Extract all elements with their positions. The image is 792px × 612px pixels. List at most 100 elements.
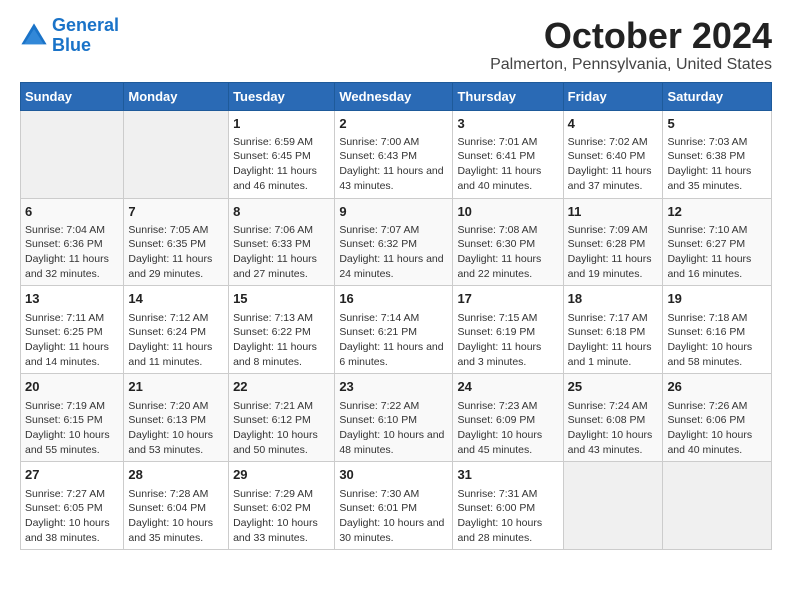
- calendar-day: 15 Sunrise: 7:13 AM Sunset: 6:22 PM Dayli…: [229, 286, 335, 374]
- calendar-day: 5Sunrise: 7:03 AM Sunset: 6:38 PM Daylig…: [663, 110, 772, 198]
- calendar-week-4: 27 Sunrise: 7:27 AM Sunset: 6:05 PM Dayli…: [21, 462, 772, 550]
- calendar-body: 1 Sunrise: 6:59 AM Sunset: 6:45 PM Daylig…: [21, 110, 772, 550]
- day-number: 27: [25, 466, 119, 484]
- calendar-day: 13 Sunrise: 7:11 AM Sunset: 6:25 PM Dayli…: [21, 286, 124, 374]
- day-info: Sunrise: 6:59 AM Sunset: 6:45 PM Dayligh…: [233, 135, 330, 194]
- day-number: 4: [568, 115, 659, 133]
- calendar-header: SundayMondayTuesdayWednesdayThursdayFrid…: [21, 82, 772, 110]
- calendar-day: 28 Sunrise: 7:28 AM Sunset: 6:04 PM Dayli…: [124, 462, 229, 550]
- day-number: 3: [457, 115, 558, 133]
- day-info: Sunrise: 7:30 AM Sunset: 6:01 PM Dayligh…: [339, 487, 448, 546]
- calendar-day: 2 Sunrise: 7:00 AM Sunset: 6:43 PM Daylig…: [335, 110, 453, 198]
- day-number: 12: [667, 203, 767, 221]
- header-cell-sunday: Sunday: [21, 82, 124, 110]
- calendar-day: 23 Sunrise: 7:22 AM Sunset: 6:10 PM Dayli…: [335, 374, 453, 462]
- calendar-day: 9Sunrise: 7:07 AM Sunset: 6:32 PM Daylig…: [335, 198, 453, 286]
- day-info: Sunrise: 7:15 AM Sunset: 6:19 PM Dayligh…: [457, 311, 558, 370]
- day-number: 22: [233, 378, 330, 396]
- calendar-day: 7 Sunrise: 7:05 AM Sunset: 6:35 PM Daylig…: [124, 198, 229, 286]
- day-info: Sunrise: 7:02 AM Sunset: 6:40 PM Dayligh…: [568, 135, 659, 194]
- title-area: October 2024 Palmerton, Pennsylvania, Un…: [490, 16, 772, 74]
- day-info: Sunrise: 7:17 AM Sunset: 6:18 PM Dayligh…: [568, 311, 659, 370]
- calendar-day: 8Sunrise: 7:06 AM Sunset: 6:33 PM Daylig…: [229, 198, 335, 286]
- day-number: 20: [25, 378, 119, 396]
- month-title: October 2024: [490, 16, 772, 56]
- day-info: Sunrise: 7:20 AM Sunset: 6:13 PM Dayligh…: [128, 399, 224, 458]
- calendar-week-3: 20 Sunrise: 7:19 AM Sunset: 6:15 PM Dayli…: [21, 374, 772, 462]
- day-info: Sunrise: 7:00 AM Sunset: 6:43 PM Dayligh…: [339, 135, 448, 194]
- calendar-day: 17Sunrise: 7:15 AM Sunset: 6:19 PM Dayli…: [453, 286, 563, 374]
- calendar-day: 24Sunrise: 7:23 AM Sunset: 6:09 PM Dayli…: [453, 374, 563, 462]
- calendar-week-1: 6 Sunrise: 7:04 AM Sunset: 6:36 PM Daylig…: [21, 198, 772, 286]
- calendar-day: 22 Sunrise: 7:21 AM Sunset: 6:12 PM Dayli…: [229, 374, 335, 462]
- location: Palmerton, Pennsylvania, United States: [490, 56, 772, 74]
- calendar-day: 18Sunrise: 7:17 AM Sunset: 6:18 PM Dayli…: [563, 286, 663, 374]
- day-number: 23: [339, 378, 448, 396]
- day-info: Sunrise: 7:14 AM Sunset: 6:21 PM Dayligh…: [339, 311, 448, 370]
- calendar-day: [124, 110, 229, 198]
- day-number: 31: [457, 466, 558, 484]
- calendar-day: [563, 462, 663, 550]
- calendar-day: 16 Sunrise: 7:14 AM Sunset: 6:21 PM Dayli…: [335, 286, 453, 374]
- day-number: 13: [25, 290, 119, 308]
- day-info: Sunrise: 7:08 AM Sunset: 6:30 PM Dayligh…: [457, 223, 558, 282]
- calendar-day: 6 Sunrise: 7:04 AM Sunset: 6:36 PM Daylig…: [21, 198, 124, 286]
- calendar-week-2: 13 Sunrise: 7:11 AM Sunset: 6:25 PM Dayli…: [21, 286, 772, 374]
- day-number: 15: [233, 290, 330, 308]
- day-info: Sunrise: 7:24 AM Sunset: 6:08 PM Dayligh…: [568, 399, 659, 458]
- day-info: Sunrise: 7:12 AM Sunset: 6:24 PM Dayligh…: [128, 311, 224, 370]
- day-number: 26: [667, 378, 767, 396]
- header-cell-monday: Monday: [124, 82, 229, 110]
- day-info: Sunrise: 7:04 AM Sunset: 6:36 PM Dayligh…: [25, 223, 119, 282]
- calendar-day: 1 Sunrise: 6:59 AM Sunset: 6:45 PM Daylig…: [229, 110, 335, 198]
- day-info: Sunrise: 7:13 AM Sunset: 6:22 PM Dayligh…: [233, 311, 330, 370]
- calendar-day: 4 Sunrise: 7:02 AM Sunset: 6:40 PM Daylig…: [563, 110, 663, 198]
- header-cell-friday: Friday: [563, 82, 663, 110]
- day-info: Sunrise: 7:31 AM Sunset: 6:00 PM Dayligh…: [457, 487, 558, 546]
- calendar-day: 26 Sunrise: 7:26 AM Sunset: 6:06 PM Dayli…: [663, 374, 772, 462]
- calendar-day: 3 Sunrise: 7:01 AM Sunset: 6:41 PM Daylig…: [453, 110, 563, 198]
- day-info: Sunrise: 7:28 AM Sunset: 6:04 PM Dayligh…: [128, 487, 224, 546]
- calendar-day: 27 Sunrise: 7:27 AM Sunset: 6:05 PM Dayli…: [21, 462, 124, 550]
- calendar-day: [663, 462, 772, 550]
- day-number: 9: [339, 203, 448, 221]
- day-info: Sunrise: 7:05 AM Sunset: 6:35 PM Dayligh…: [128, 223, 224, 282]
- day-number: 7: [128, 203, 224, 221]
- day-info: Sunrise: 7:26 AM Sunset: 6:06 PM Dayligh…: [667, 399, 767, 458]
- day-info: Sunrise: 7:11 AM Sunset: 6:25 PM Dayligh…: [25, 311, 119, 370]
- day-number: 16: [339, 290, 448, 308]
- day-number: 2: [339, 115, 448, 133]
- day-number: 28: [128, 466, 224, 484]
- day-info: Sunrise: 7:09 AM Sunset: 6:28 PM Dayligh…: [568, 223, 659, 282]
- calendar-day: [21, 110, 124, 198]
- logo-icon: [20, 22, 48, 50]
- day-number: 29: [233, 466, 330, 484]
- day-number: 1: [233, 115, 330, 133]
- day-number: 25: [568, 378, 659, 396]
- logo: General Blue: [20, 16, 119, 56]
- calendar-day: 12Sunrise: 7:10 AM Sunset: 6:27 PM Dayli…: [663, 198, 772, 286]
- calendar-day: 19Sunrise: 7:18 AM Sunset: 6:16 PM Dayli…: [663, 286, 772, 374]
- day-info: Sunrise: 7:22 AM Sunset: 6:10 PM Dayligh…: [339, 399, 448, 458]
- calendar-day: 29 Sunrise: 7:29 AM Sunset: 6:02 PM Dayli…: [229, 462, 335, 550]
- page-header: General Blue October 2024 Palmerton, Pen…: [20, 16, 772, 74]
- day-info: Sunrise: 7:29 AM Sunset: 6:02 PM Dayligh…: [233, 487, 330, 546]
- day-number: 11: [568, 203, 659, 221]
- day-number: 21: [128, 378, 224, 396]
- calendar-day: 31 Sunrise: 7:31 AM Sunset: 6:00 PM Dayli…: [453, 462, 563, 550]
- day-info: Sunrise: 7:19 AM Sunset: 6:15 PM Dayligh…: [25, 399, 119, 458]
- header-row: SundayMondayTuesdayWednesdayThursdayFrid…: [21, 82, 772, 110]
- day-info: Sunrise: 7:21 AM Sunset: 6:12 PM Dayligh…: [233, 399, 330, 458]
- day-number: 14: [128, 290, 224, 308]
- day-info: Sunrise: 7:27 AM Sunset: 6:05 PM Dayligh…: [25, 487, 119, 546]
- header-cell-wednesday: Wednesday: [335, 82, 453, 110]
- day-number: 19: [667, 290, 767, 308]
- day-info: Sunrise: 7:01 AM Sunset: 6:41 PM Dayligh…: [457, 135, 558, 194]
- calendar-day: 25 Sunrise: 7:24 AM Sunset: 6:08 PM Dayli…: [563, 374, 663, 462]
- calendar-table: SundayMondayTuesdayWednesdayThursdayFrid…: [20, 82, 772, 551]
- calendar-day: 14 Sunrise: 7:12 AM Sunset: 6:24 PM Dayli…: [124, 286, 229, 374]
- day-number: 24: [457, 378, 558, 396]
- day-number: 6: [25, 203, 119, 221]
- day-info: Sunrise: 7:03 AM Sunset: 6:38 PM Dayligh…: [667, 135, 767, 194]
- calendar-week-0: 1 Sunrise: 6:59 AM Sunset: 6:45 PM Daylig…: [21, 110, 772, 198]
